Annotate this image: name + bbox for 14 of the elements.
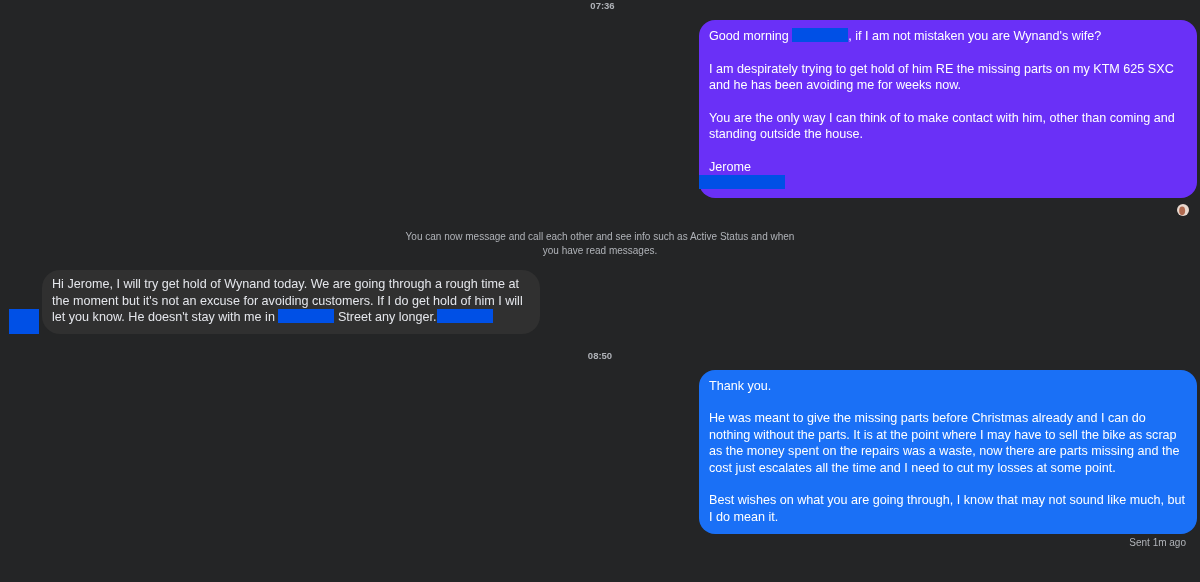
read-receipt-avatar-icon	[1177, 204, 1189, 216]
message-text: Thank you.	[709, 377, 773, 394]
message-text: Hi Jerome, I will try get hold of Wynand today. We are going through a rough time at the moment but it's not an excuse for avoiding customers. If I do get hold of him I will let you know. He doesn't stay with me in Street any longer.	[52, 276, 524, 326]
message-text: You are the only way I can think of to make contact with him, other than coming and standing outside the house.	[709, 109, 1176, 143]
timestamp: 07:36	[590, 0, 615, 11]
message-text: Best wishes on what you are going through, I know that may not sound like much, but I do mean it.	[709, 492, 1187, 525]
system-notice: You can now message and call each other and see info such as Active Status and when you have read messages.	[404, 230, 796, 258]
timestamp: 08:50	[587, 349, 613, 361]
message-text: Good morning , if I am not mistaken you are Wynand's wife?	[709, 28, 1103, 45]
message-text: He was meant to give the missing parts before Christmas already and I can do nothing without the parts. It is at the point where I may have to sell the bike as scrap as the money spent on the repairs was a waste, now there are parts missing and the cost just escalates all the time and I need to cut my losses at some point.	[709, 410, 1181, 476]
message-text: I am despirately trying to get hold of him RE the missing parts on my KTM 625 SXC and he has been avoiding me for weeks now.	[709, 60, 1175, 94]
delivery-status: Sent 1m ago	[1129, 537, 1186, 548]
redaction-block	[9, 308, 39, 334]
message-text: Jerome	[709, 158, 752, 175]
